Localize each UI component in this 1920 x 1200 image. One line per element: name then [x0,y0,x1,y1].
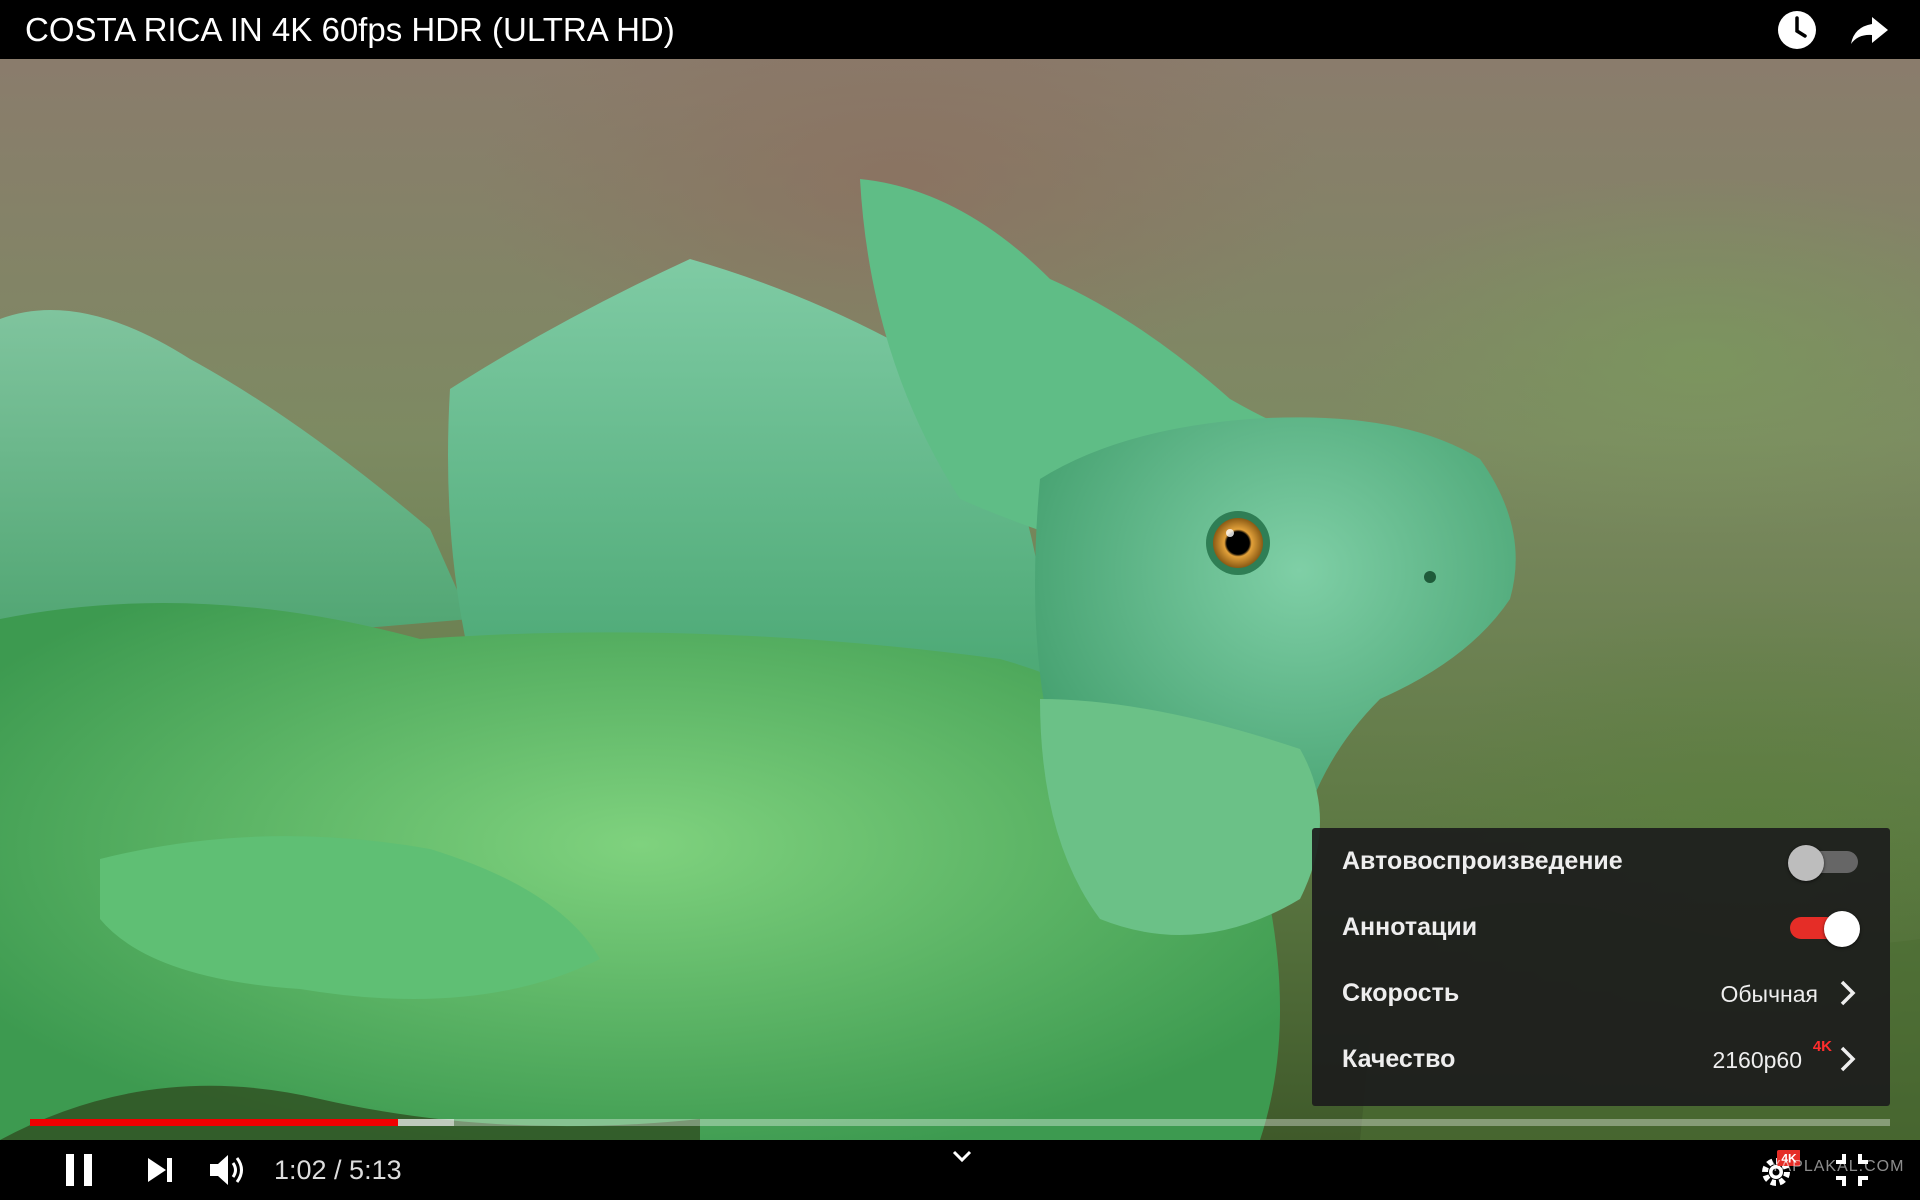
chevron-right-icon [1838,978,1858,1008]
annotations-label: Аннотации [1342,913,1478,941]
autoplay-label: Автовоспроизведение [1342,847,1623,875]
time-display: 1:02 / 5:13 [274,1155,402,1185]
settings-row-annotations[interactable]: Аннотации [1312,894,1890,960]
speed-label: Скорость [1342,979,1460,1007]
next-icon[interactable] [138,1148,182,1192]
progress-played [30,1119,398,1126]
settings-row-quality[interactable]: Качество 2160p60 4K [1312,1026,1890,1092]
control-bar: 1:02 / 5:13 4K YAPLAKAL.COM [0,1140,1920,1200]
quality-value: 2160p60 [1712,1047,1802,1073]
pause-icon[interactable] [58,1148,102,1192]
autoplay-toggle[interactable] [1788,845,1860,881]
settings-row-autoplay[interactable]: Автовоспроизведение [1312,828,1890,894]
volume-icon[interactable] [206,1148,250,1192]
progress-bar[interactable] [30,1119,1890,1126]
annotations-toggle[interactable] [1788,911,1860,947]
video-title[interactable]: COSTA RICA IN 4K 60fps HDR (ULTRA HD) [25,10,675,50]
toggle-knob [1788,845,1824,881]
video-player[interactable]: COSTA RICA IN 4K 60fps HDR (ULTRA HD) Ав… [0,0,1920,1200]
quality-4k-badge: 4K [1812,1038,1832,1055]
settings-menu: Автовоспроизведение Аннотации Скорость О… [1312,828,1890,1106]
top-bar: COSTA RICA IN 4K 60fps HDR (ULTRA HD) [0,0,1920,59]
watermark: YAPLAKAL.COM [1770,1158,1905,1175]
chevron-right-icon [1838,1044,1858,1074]
quality-label: Качество [1342,1045,1456,1073]
speed-value: Обычная [1720,981,1818,1007]
toggle-knob [1824,911,1860,947]
settings-row-speed[interactable]: Скорость Обычная [1312,960,1890,1026]
chevron-down-icon[interactable] [940,1144,984,1188]
share-arrow-icon[interactable] [1848,9,1890,51]
clock-icon[interactable] [1776,9,1818,51]
